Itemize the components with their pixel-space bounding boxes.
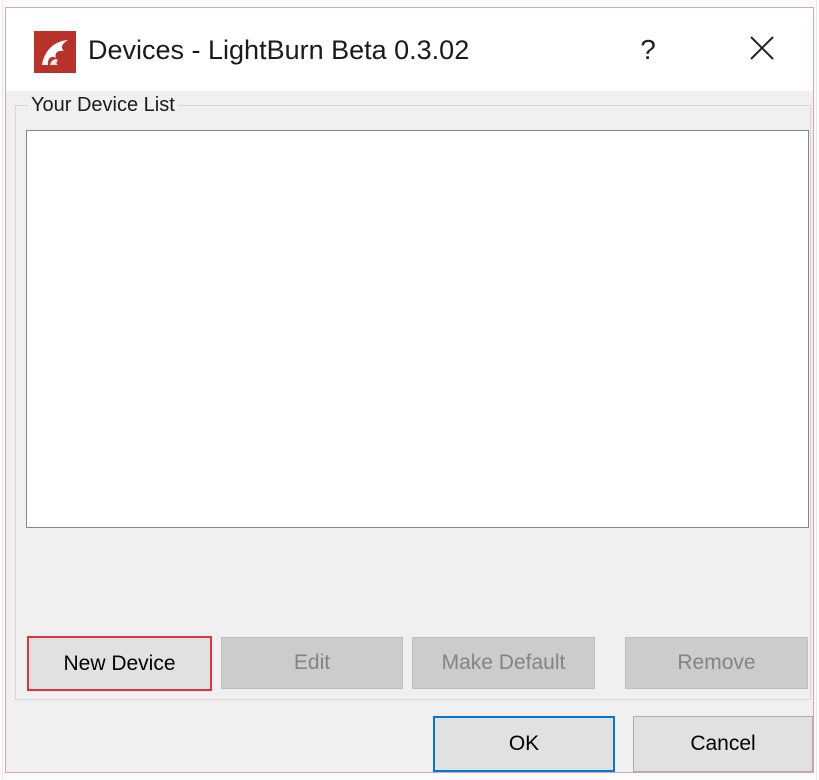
lightburn-logo-icon [34, 31, 76, 73]
help-button[interactable]: ? [618, 22, 678, 78]
background-line [816, 0, 817, 780]
make-default-button[interactable]: Make Default [412, 637, 595, 689]
edit-button[interactable]: Edit [221, 637, 403, 689]
title-bar[interactable]: Devices - LightBurn Beta 0.3.02 ? [6, 8, 813, 91]
cancel-button[interactable]: Cancel [633, 716, 813, 772]
device-list-group-title: Your Device List [28, 92, 178, 118]
close-button[interactable] [730, 22, 794, 78]
close-icon [749, 35, 775, 66]
remove-button[interactable]: Remove [625, 637, 808, 689]
window-title: Devices - LightBurn Beta 0.3.02 [88, 35, 470, 65]
device-list[interactable] [26, 130, 809, 528]
ok-button[interactable]: OK [433, 716, 615, 772]
new-device-button[interactable]: New Device [27, 636, 212, 691]
background-line [2, 0, 3, 780]
